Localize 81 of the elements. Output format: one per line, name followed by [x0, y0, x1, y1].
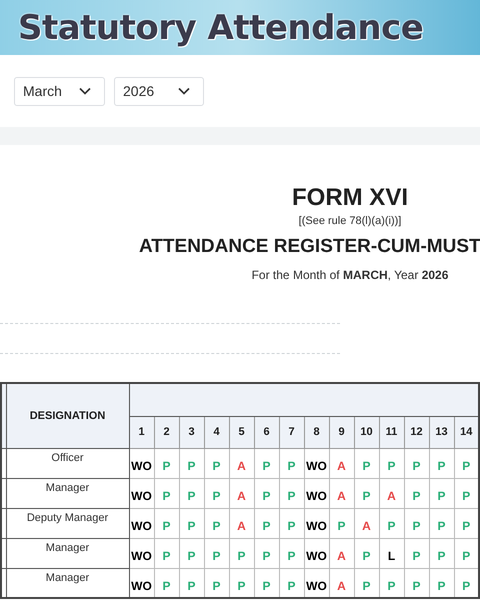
attendance-cell: A — [329, 448, 354, 478]
attendance-cell: P — [279, 538, 304, 568]
attendance-cell: P — [204, 538, 229, 568]
attendance-cell: P — [254, 448, 279, 478]
attendance-cell: A — [329, 478, 354, 508]
day-header: 4 — [204, 416, 229, 448]
attendance-cell: WO — [129, 568, 154, 598]
attendance-cell: A — [229, 478, 254, 508]
designation-cell: Officer — [6, 448, 129, 478]
day-header: 5 — [229, 416, 254, 448]
attendance-cell: WO — [129, 478, 154, 508]
attendance-cell: P — [204, 508, 229, 538]
day-header: 14 — [454, 416, 479, 448]
column-header: DESIGNATION — [6, 383, 129, 448]
day-header: 2 — [154, 416, 179, 448]
attendance-cell: P — [429, 508, 454, 538]
attendance-cell: P — [379, 448, 404, 478]
attendance-cell: P — [279, 508, 304, 538]
attendance-cell: P — [354, 538, 379, 568]
attendance-cell: WO — [304, 478, 329, 508]
chevron-down-icon — [79, 87, 91, 95]
attendance-cell: P — [204, 478, 229, 508]
day-header: 6 — [254, 416, 279, 448]
attendance-cell: WO — [304, 538, 329, 568]
attendance-cell: P — [329, 508, 354, 538]
day-header: 8 — [304, 416, 329, 448]
attendance-cell: P — [154, 478, 179, 508]
attendance-cell: WO — [129, 508, 154, 538]
attendance-cell: WO — [304, 568, 329, 598]
attendance-cell: P — [179, 508, 204, 538]
attendance-cell: P — [279, 478, 304, 508]
day-header: 3 — [179, 416, 204, 448]
chevron-down-icon — [178, 87, 190, 95]
attendance-cell: P — [404, 448, 429, 478]
attendance-cell: WO — [304, 508, 329, 538]
day-header: 12 — [404, 416, 429, 448]
day-header: 9 — [329, 416, 354, 448]
attendance-cell: P — [204, 448, 229, 478]
attendance-cell: P — [404, 478, 429, 508]
attendance-cell: L — [379, 538, 404, 568]
attendance-cell: P — [154, 448, 179, 478]
attendance-cell: P — [154, 508, 179, 538]
attendance-cell: P — [179, 478, 204, 508]
attendance-cell: P — [404, 538, 429, 568]
attendance-cell: A — [229, 508, 254, 538]
attendance-cell: P — [154, 538, 179, 568]
attendance-cell: WO — [304, 448, 329, 478]
attendance-cell: P — [179, 538, 204, 568]
attendance-cell: P — [254, 508, 279, 538]
designation-cell: Manager — [6, 478, 129, 508]
attendance-cell: P — [379, 508, 404, 538]
attendance-cell: P — [179, 448, 204, 478]
banner-title: Statutory Attendance — [18, 10, 424, 44]
attendance-cell: WO — [129, 448, 154, 478]
attendance-cell: A — [329, 538, 354, 568]
attendance-cell: P — [254, 478, 279, 508]
period-text: For the Month of MARCH, Year 2026 — [252, 268, 448, 282]
day-header: 7 — [279, 416, 304, 448]
select-dropdown[interactable]: March — [14, 76, 105, 106]
attendance-cell: P — [254, 538, 279, 568]
attendance-cell: P — [279, 448, 304, 478]
attendance-cell: A — [229, 448, 254, 478]
attendance-cell: P — [429, 538, 454, 568]
attendance-cell: P — [404, 508, 429, 538]
select-dropdown[interactable]: 2026 — [114, 76, 204, 106]
designation-cell: Deputy Manager — [6, 508, 129, 538]
attendance-cell: P — [229, 538, 254, 568]
attendance-cell: P — [429, 478, 454, 508]
attendance-cell: A — [354, 508, 379, 538]
day-header: 10 — [354, 416, 379, 448]
rule-reference: [(See rule 78(l)(a)(i))] — [298, 215, 402, 227]
form-title: FORM XVI — [292, 184, 408, 211]
attendance-cell: P — [429, 448, 454, 478]
attendance-cell: WO — [129, 538, 154, 568]
day-header: 1 — [129, 416, 154, 448]
designation-cell: Manager — [6, 538, 129, 568]
attendance-cell: P — [354, 448, 379, 478]
attendance-cell: P — [354, 478, 379, 508]
day-header: 11 — [379, 416, 404, 448]
attendance-cell: A — [379, 478, 404, 508]
day-header: 13 — [429, 416, 454, 448]
